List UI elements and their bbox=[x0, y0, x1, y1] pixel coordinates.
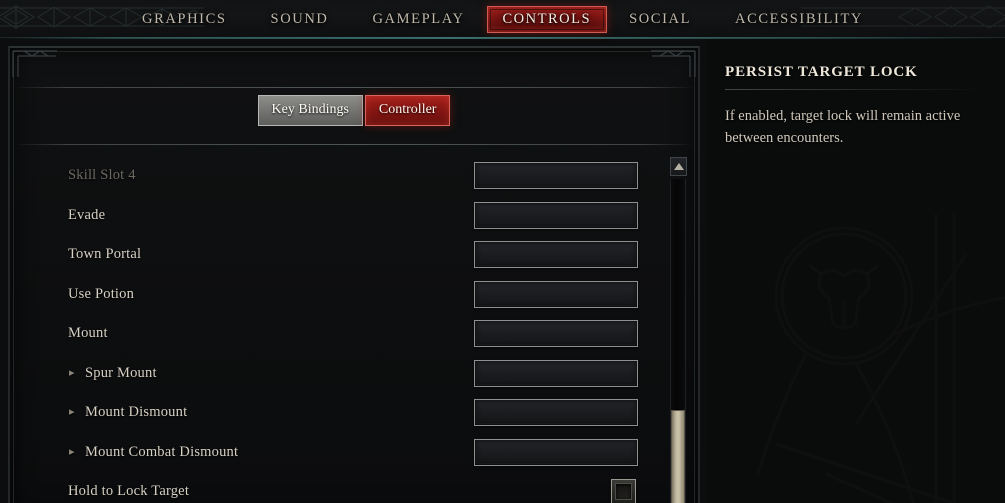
binding-row: ▸ Spur Mount bbox=[25, 354, 685, 394]
binding-input[interactable] bbox=[474, 438, 638, 466]
binding-checkbox[interactable] bbox=[611, 479, 636, 503]
subtab-bar: Key Bindings Controller bbox=[12, 84, 696, 136]
subtab-controller[interactable]: Controller bbox=[364, 94, 451, 126]
nav-item-gameplay[interactable]: GAMEPLAY bbox=[350, 6, 486, 33]
bindings-list-viewport: Skill Slot 4 Evade Town Portal Use Potion Mo… bbox=[25, 156, 685, 503]
scroll-up-button[interactable] bbox=[670, 157, 687, 176]
info-panel: PERSIST TARGET LOCK If enabled, target l… bbox=[706, 39, 1005, 503]
binding-label: Spur Mount bbox=[85, 364, 157, 381]
binding-input[interactable] bbox=[474, 280, 638, 308]
nav-item-controls[interactable]: CONTROLS bbox=[486, 5, 608, 33]
chevron-right-icon: ▸ bbox=[69, 366, 75, 379]
binding-label: Evade bbox=[68, 206, 106, 223]
info-description: If enabled, target lock will remain acti… bbox=[725, 108, 961, 146]
scrollbar-thumb[interactable] bbox=[671, 410, 685, 503]
frame-corner-topleft-icon bbox=[12, 50, 57, 77]
nav-items: GRAPHICS SOUND GAMEPLAY CONTROLS SOCIAL ACCES… bbox=[0, 0, 1005, 38]
frame-corner-topright-icon bbox=[651, 50, 696, 77]
binding-input[interactable] bbox=[474, 201, 638, 229]
binding-row: ▸ Mount Dismount bbox=[25, 393, 685, 433]
binding-label: Mount bbox=[68, 325, 108, 342]
binding-row: Town Portal bbox=[25, 235, 685, 275]
bindings-list: Skill Slot 4 Evade Town Portal Use Potion Mo… bbox=[25, 156, 685, 503]
nav-item-social[interactable]: SOCIAL bbox=[607, 6, 713, 33]
triangle-up-icon bbox=[673, 163, 684, 170]
bindings-scrollbar[interactable] bbox=[668, 157, 688, 503]
settings-screen: GRAPHICS SOUND GAMEPLAY CONTROLS SOCIAL ACCES… bbox=[0, 0, 1005, 503]
subtab-divider-bottom bbox=[14, 144, 694, 145]
binding-input[interactable] bbox=[474, 359, 638, 387]
binding-label: Hold to Lock Target bbox=[68, 483, 190, 500]
info-title: PERSIST TARGET LOCK bbox=[725, 64, 918, 80]
topbar-glow-divider bbox=[0, 37, 1005, 39]
binding-row: Hold to Lock Target bbox=[25, 472, 685, 503]
binding-row: Use Potion bbox=[25, 275, 685, 315]
binding-row: ▸ Mount Combat Dismount bbox=[25, 433, 685, 473]
nav-item-graphics[interactable]: GRAPHICS bbox=[120, 6, 249, 33]
binding-row: Mount bbox=[25, 314, 685, 354]
diablo-emblem-watermark-icon bbox=[756, 214, 1005, 503]
binding-input[interactable] bbox=[474, 320, 638, 348]
binding-input[interactable] bbox=[474, 162, 638, 190]
nav-item-accessibility[interactable]: ACCESSIBILITY bbox=[713, 6, 885, 33]
binding-row: Skill Slot 4 bbox=[25, 156, 685, 196]
top-navigation-bar: GRAPHICS SOUND GAMEPLAY CONTROLS SOCIAL ACCES… bbox=[0, 0, 1005, 38]
binding-label: Town Portal bbox=[68, 246, 142, 263]
info-divider bbox=[725, 89, 987, 90]
subtab-key-bindings[interactable]: Key Bindings bbox=[257, 94, 363, 126]
controls-panel: Key Bindings Controller Skill Slot 4 Evade… bbox=[0, 39, 706, 503]
nav-item-sound[interactable]: SOUND bbox=[249, 6, 351, 33]
binding-label: Skill Slot 4 bbox=[68, 167, 136, 184]
binding-label: Mount Dismount bbox=[85, 404, 188, 421]
chevron-right-icon: ▸ bbox=[69, 406, 75, 419]
chevron-right-icon: ▸ bbox=[69, 445, 75, 458]
binding-input[interactable] bbox=[474, 399, 638, 427]
binding-label: Use Potion bbox=[68, 285, 135, 302]
binding-label: Mount Combat Dismount bbox=[85, 443, 239, 460]
binding-input[interactable] bbox=[474, 241, 638, 269]
binding-row: Evade bbox=[25, 196, 685, 236]
